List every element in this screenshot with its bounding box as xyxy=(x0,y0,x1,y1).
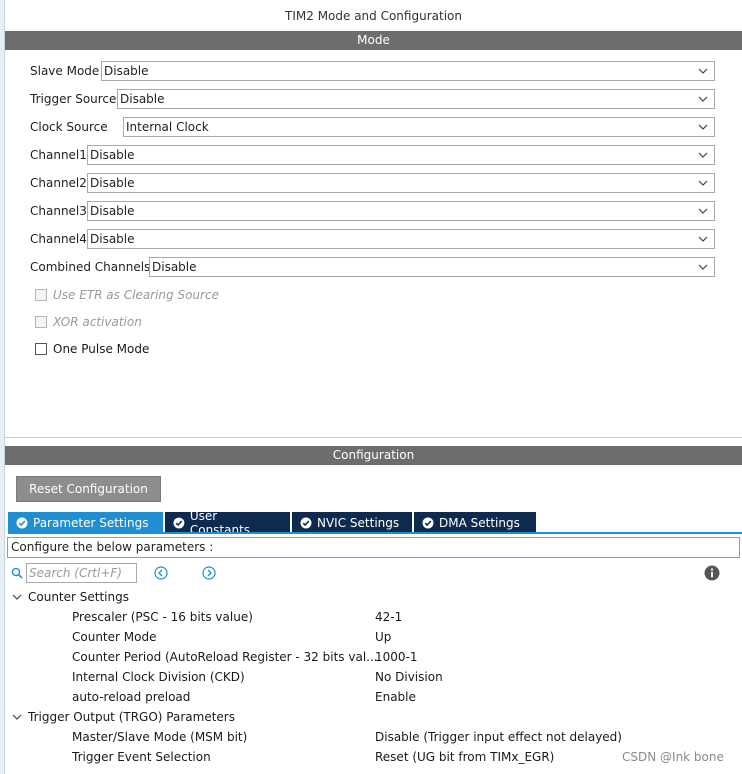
tab-dma-settings[interactable]: DMA Settings xyxy=(414,512,536,533)
clock-source-select[interactable]: Internal Clock xyxy=(123,117,715,137)
use-etr-checkbox-row: Use ETR as Clearing Source xyxy=(35,287,219,303)
trigger-source-value: Disable xyxy=(120,92,165,106)
search-row: Search (Crtl+F) xyxy=(11,563,137,583)
xor-activation-label: XOR activation xyxy=(53,315,142,329)
chevron-down-icon xyxy=(698,96,708,102)
trigger-source-row: Trigger Source xyxy=(30,89,116,109)
tab-parameter-settings[interactable]: Parameter Settings xyxy=(8,512,163,533)
channel2-row: Channel2 xyxy=(30,173,87,193)
configuration-section-header: Configuration xyxy=(5,446,742,465)
check-circle-icon xyxy=(300,517,312,528)
param-value[interactable]: No Division xyxy=(375,668,443,686)
one-pulse-mode-label: One Pulse Mode xyxy=(53,342,150,356)
slave-mode-row: Slave Mode xyxy=(30,61,99,81)
channel4-label: Channel4 xyxy=(30,232,87,246)
param-name: Master/Slave Mode (MSM bit) xyxy=(72,730,248,744)
chevron-down-icon xyxy=(698,208,708,214)
param-value[interactable]: Up xyxy=(375,628,391,646)
search-input[interactable]: Search (Crtl+F) xyxy=(26,563,137,583)
check-circle-icon xyxy=(173,517,185,528)
chevron-down-icon xyxy=(698,68,708,74)
config-hint: Configure the below parameters : xyxy=(7,537,740,558)
chevron-down-icon xyxy=(698,180,708,186)
chevron-down-icon xyxy=(698,236,708,242)
info-icon[interactable] xyxy=(704,565,720,581)
chevron-down-icon xyxy=(698,124,708,130)
param-name: auto-reload preload xyxy=(72,690,191,704)
param-value[interactable]: Reset (UG bit from TIMx_EGR) xyxy=(375,748,554,766)
param-name: Counter Period (AutoReload Register - 32… xyxy=(72,650,378,664)
channel2-label: Channel2 xyxy=(30,176,87,190)
channel1-label: Channel1 xyxy=(30,148,87,162)
channel3-select[interactable]: Disable xyxy=(87,201,715,221)
use-etr-label: Use ETR as Clearing Source xyxy=(53,288,219,302)
one-pulse-mode-checkbox-row[interactable]: One Pulse Mode xyxy=(35,341,149,357)
param-name: Counter Mode xyxy=(72,630,157,644)
channel1-value: Disable xyxy=(90,148,135,162)
tab-nvic-settings[interactable]: NVIC Settings xyxy=(292,512,412,533)
watermark: CSDN @Ink bone xyxy=(622,750,724,764)
counter-settings-group[interactable]: Counter Settings xyxy=(12,588,129,606)
xor-activation-checkbox xyxy=(35,316,47,328)
chevron-down-icon xyxy=(12,714,22,720)
trigger-output-group[interactable]: Trigger Output (TRGO) Parameters xyxy=(12,708,235,726)
clock-source-row: Clock Source xyxy=(30,117,108,137)
channel3-value: Disable xyxy=(90,204,135,218)
search-icon xyxy=(11,567,23,579)
chevron-down-icon xyxy=(698,264,708,270)
tab-parameter-settings-label: Parameter Settings xyxy=(33,515,149,530)
check-circle-icon xyxy=(16,517,28,528)
reset-configuration-button[interactable]: Reset Configuration xyxy=(16,476,161,502)
chevron-down-icon xyxy=(698,152,708,158)
tab-dma-settings-label: DMA Settings xyxy=(439,515,520,530)
mode-panel: Slave Mode Disable Trigger Source Disabl… xyxy=(5,50,742,438)
configuration-panel: Reset Configuration Parameter Settings U… xyxy=(5,465,742,774)
use-etr-checkbox xyxy=(35,289,47,301)
param-name: Prescaler (PSC - 16 bits value) xyxy=(72,610,253,624)
channel2-select[interactable]: Disable xyxy=(87,173,715,193)
channel4-select[interactable]: Disable xyxy=(87,229,715,249)
xor-activation-checkbox-row: XOR activation xyxy=(35,314,142,330)
config-tabs: Parameter Settings User Constants NVIC S… xyxy=(8,509,536,537)
tab-underline xyxy=(8,532,742,534)
channel3-label: Channel3 xyxy=(30,204,87,218)
combined-channels-row: Combined Channels xyxy=(30,257,150,277)
counter-settings-title: Counter Settings xyxy=(28,590,129,604)
channel4-row: Channel4 xyxy=(30,229,87,249)
slave-mode-label: Slave Mode xyxy=(30,64,100,78)
channel1-row: Channel1 xyxy=(30,145,87,165)
check-circle-icon xyxy=(422,517,434,528)
chevron-down-icon xyxy=(12,594,22,600)
mode-section-header: Mode xyxy=(5,31,742,50)
param-name: Internal Clock Division (CKD) xyxy=(72,670,245,684)
tab-user-constants[interactable]: User Constants xyxy=(165,509,290,537)
param-value[interactable]: 1000-1 xyxy=(375,648,418,666)
trigger-output-title: Trigger Output (TRGO) Parameters xyxy=(28,710,235,724)
combined-channels-value: Disable xyxy=(152,260,197,274)
trigger-source-label: Trigger Source xyxy=(30,92,117,106)
clock-source-value: Internal Clock xyxy=(126,120,209,134)
channel1-select[interactable]: Disable xyxy=(87,145,715,165)
param-value[interactable]: Enable xyxy=(375,688,416,706)
channel2-value: Disable xyxy=(90,176,135,190)
slave-mode-select[interactable]: Disable xyxy=(101,61,715,81)
next-arrow-icon[interactable] xyxy=(202,566,216,580)
window-title: TIM2 Mode and Configuration xyxy=(5,0,742,31)
one-pulse-mode-checkbox[interactable] xyxy=(35,343,47,355)
trigger-source-select[interactable]: Disable xyxy=(117,89,715,109)
param-value[interactable]: Disable (Trigger input effect not delaye… xyxy=(375,728,622,746)
combined-channels-select[interactable]: Disable xyxy=(149,257,715,277)
tab-nvic-settings-label: NVIC Settings xyxy=(317,515,400,530)
channel3-row: Channel3 xyxy=(30,201,87,221)
combined-channels-label: Combined Channels xyxy=(30,260,151,274)
clock-source-label: Clock Source xyxy=(30,120,108,134)
previous-arrow-icon[interactable] xyxy=(154,566,168,580)
channel4-value: Disable xyxy=(90,232,135,246)
param-value[interactable]: 42-1 xyxy=(375,608,402,626)
param-name: Trigger Event Selection xyxy=(72,750,211,764)
slave-mode-value: Disable xyxy=(104,64,149,78)
